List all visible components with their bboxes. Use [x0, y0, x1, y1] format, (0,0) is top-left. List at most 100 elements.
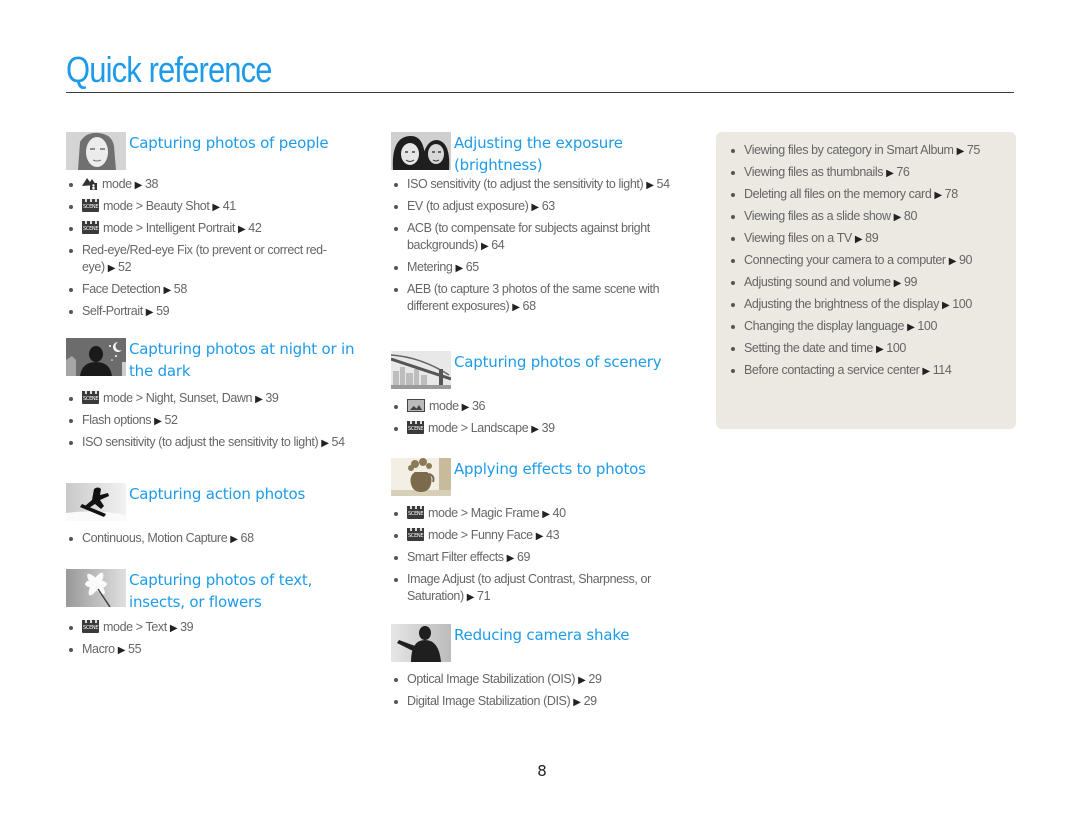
list-item[interactable]: Smart Filter effects ▶ 69: [391, 549, 691, 567]
list-item[interactable]: Continuous, Motion Capture ▶ 68: [66, 530, 366, 548]
page-arrow-icon: ▶: [134, 180, 143, 191]
list-item[interactable]: Setting the date and time ▶ 100: [728, 340, 1006, 358]
list-item[interactable]: Macro ▶ 55: [66, 641, 366, 659]
item-text: mode > Night, Sunset, Dawn: [103, 391, 253, 405]
page-reference[interactable]: 76: [896, 165, 910, 179]
item-text: Changing the display language: [744, 319, 905, 333]
section-title[interactable]: Capturing photos at night or in the dark: [129, 338, 366, 382]
page-arrow-icon: ▶: [854, 234, 863, 245]
item-list: mode▶38mode > Beauty Shot▶41mode > Intel…: [66, 176, 366, 321]
list-item[interactable]: Image Adjust (to adjust Contrast, Sharpn…: [391, 571, 691, 606]
scene-mode-icon: [407, 506, 424, 519]
page-reference[interactable]: 68: [241, 531, 255, 545]
list-item[interactable]: mode > Text▶39: [66, 619, 366, 637]
list-item[interactable]: Deleting all files on the memory card ▶ 78: [728, 186, 1006, 204]
page-arrow-icon: ▶: [646, 180, 654, 191]
list-item[interactable]: Viewing files by category in Smart Album…: [728, 142, 1006, 160]
list-item[interactable]: EV (to adjust exposure) ▶ 63: [391, 198, 691, 216]
section-title[interactable]: Reducing camera shake: [454, 624, 630, 646]
list-item[interactable]: Changing the display language ▶ 100: [728, 318, 1006, 336]
list-item[interactable]: mode > Magic Frame▶40: [391, 505, 691, 523]
page-arrow-icon: ▶: [169, 623, 178, 634]
page-arrow-icon: ▶: [117, 645, 126, 656]
page-reference[interactable]: 40: [553, 506, 567, 520]
list-item[interactable]: Metering ▶ 65: [391, 259, 691, 277]
page-reference[interactable]: 65: [466, 260, 480, 274]
page-reference[interactable]: 80: [904, 209, 918, 223]
page-reference[interactable]: 68: [523, 299, 537, 313]
list-item[interactable]: ISO sensitivity (to adjust the sensitivi…: [391, 176, 691, 194]
list-item[interactable]: Self-Portrait ▶ 59: [66, 303, 366, 321]
page-reference[interactable]: 29: [584, 694, 598, 708]
page-reference[interactable]: 89: [865, 231, 879, 245]
page-reference[interactable]: 52: [118, 260, 132, 274]
list-item[interactable]: Red-eye/Red-eye Fix (to prevent or corre…: [66, 242, 366, 277]
list-item[interactable]: Flash options ▶ 52: [66, 412, 366, 430]
list-item[interactable]: mode > Landscape▶39: [391, 420, 691, 438]
page-reference[interactable]: 71: [477, 589, 491, 603]
page-reference[interactable]: 69: [517, 550, 531, 564]
list-item[interactable]: mode ▶ 38: [66, 176, 366, 194]
list-item[interactable]: ISO sensitivity (to adjust the sensitivi…: [66, 434, 366, 452]
list-item[interactable]: Optical Image Stabilization (OIS) ▶ 29: [391, 671, 691, 689]
page-reference[interactable]: 99: [904, 275, 918, 289]
page-reference[interactable]: 38: [145, 177, 159, 191]
page-reference[interactable]: 100: [886, 341, 906, 355]
section-title[interactable]: Capturing action photos: [129, 483, 305, 505]
list-item[interactable]: mode > Intelligent Portrait▶42: [66, 220, 366, 238]
item-text: ISO sensitivity (to adjust the sensitivi…: [82, 435, 319, 449]
page-reference[interactable]: 54: [332, 435, 346, 449]
scene-mode-icon: [407, 421, 424, 434]
section-title[interactable]: Adjusting the exposure (brightness): [454, 132, 691, 176]
list-item[interactable]: mode > Beauty Shot▶41: [66, 198, 366, 216]
section-header: Capturing photos of scenery: [391, 351, 691, 389]
section-title[interactable]: Capturing photos of people: [129, 132, 329, 154]
page-reference[interactable]: 59: [156, 304, 170, 318]
page-reference[interactable]: 52: [164, 413, 178, 427]
page-reference[interactable]: 90: [959, 253, 973, 267]
page-arrow-icon: ▶: [230, 534, 238, 545]
page-arrow-icon: ▶: [107, 263, 116, 274]
page-reference[interactable]: 54: [657, 177, 671, 191]
list-item[interactable]: Digital Image Stabilization (DIS) ▶ 29: [391, 693, 691, 711]
page-reference[interactable]: 78: [945, 187, 959, 201]
item-text: Setting the date and time: [744, 341, 873, 355]
page-reference[interactable]: 100: [952, 297, 972, 311]
page-reference[interactable]: 63: [542, 199, 556, 213]
list-item[interactable]: Face Detection ▶ 58: [66, 281, 366, 299]
page-reference[interactable]: 39: [542, 421, 556, 435]
item-list: Continuous, Motion Capture ▶ 68: [66, 530, 366, 548]
section-title[interactable]: Capturing photos of text, insects, or fl…: [129, 569, 366, 613]
list-item[interactable]: Adjusting sound and volume ▶ 99: [728, 274, 1006, 292]
page-reference[interactable]: 55: [128, 642, 142, 656]
page-reference[interactable]: 114: [933, 363, 952, 377]
page-reference[interactable]: 39: [180, 620, 194, 634]
page-reference[interactable]: 39: [265, 391, 279, 405]
page-reference[interactable]: 64: [491, 238, 505, 252]
page-reference[interactable]: 100: [917, 319, 937, 333]
page-reference[interactable]: 58: [174, 282, 188, 296]
page-reference[interactable]: 29: [588, 672, 602, 686]
list-item[interactable]: mode ▶ 36: [391, 398, 691, 416]
page-arrow-icon: ▶: [154, 416, 162, 427]
list-item[interactable]: mode > Funny Face▶43: [391, 527, 691, 545]
list-item[interactable]: Viewing files as thumbnails ▶ 76: [728, 164, 1006, 182]
section-title[interactable]: Capturing photos of scenery: [454, 351, 662, 373]
list-item[interactable]: ACB (to compensate for subjects against …: [391, 220, 691, 255]
list-item[interactable]: Before contacting a service center ▶ 114: [728, 362, 1006, 380]
page-reference[interactable]: 43: [546, 528, 560, 542]
section-title[interactable]: Applying effects to photos: [454, 458, 646, 480]
item-text: Flash options: [82, 413, 152, 427]
item-text: mode: [102, 177, 132, 191]
page-reference[interactable]: 36: [472, 399, 486, 413]
list-item[interactable]: Viewing files on a TV ▶ 89: [728, 230, 1006, 248]
list-item[interactable]: Viewing files as a slide show ▶ 80: [728, 208, 1006, 226]
item-text: Face Detection: [82, 282, 161, 296]
page-reference[interactable]: 41: [223, 199, 237, 213]
page-reference[interactable]: 75: [967, 143, 981, 157]
list-item[interactable]: Connecting your camera to a computer ▶ 90: [728, 252, 1006, 270]
list-item[interactable]: AEB (to capture 3 photos of the same sce…: [391, 281, 691, 316]
list-item[interactable]: mode > Night, Sunset, Dawn▶39: [66, 390, 366, 408]
list-item[interactable]: Adjusting the brightness of the display ▶…: [728, 296, 1006, 314]
page-reference[interactable]: 42: [248, 221, 262, 235]
